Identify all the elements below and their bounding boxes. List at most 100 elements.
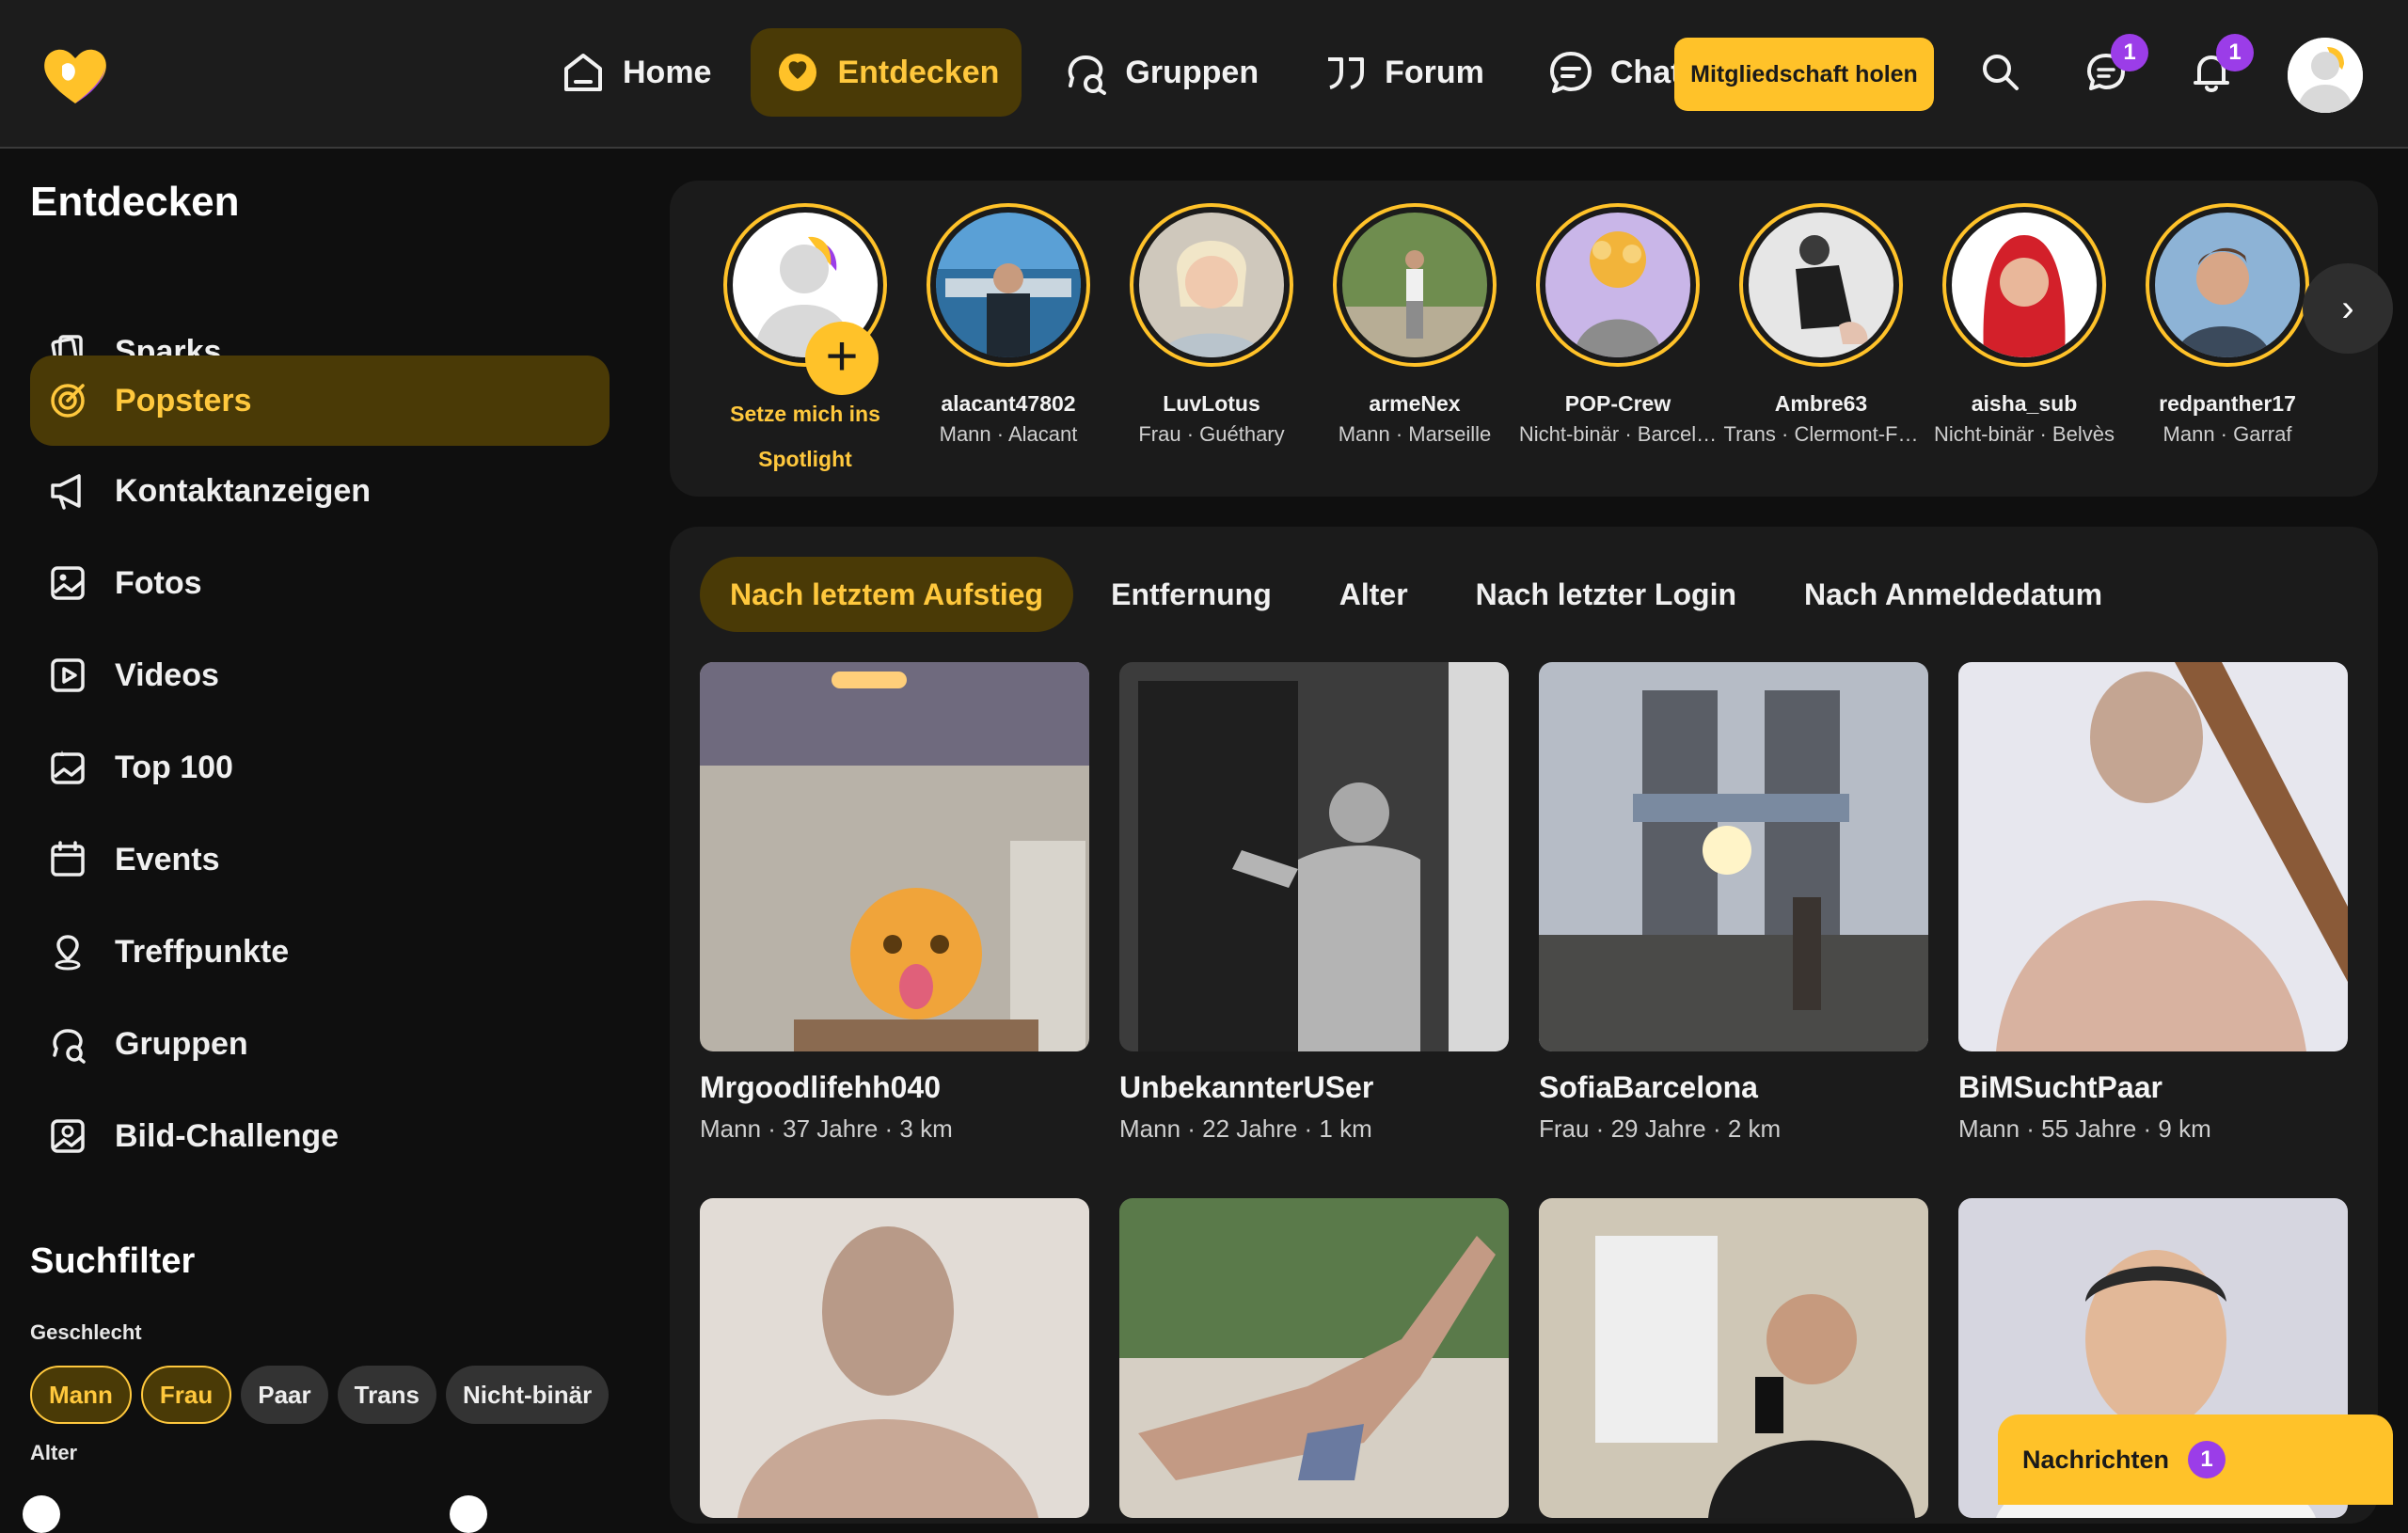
profiles-feed: Nach letztem Aufstieg Entfernung Alter N… — [670, 527, 2378, 1524]
age-filter-label: Alter — [30, 1441, 78, 1464]
nav-discover[interactable]: Entdecken — [751, 28, 1022, 117]
map-pin-icon — [55, 935, 81, 971]
gender-chip-nicht-binaer[interactable]: Nicht-binär — [446, 1366, 610, 1424]
calendar-icon — [51, 841, 85, 877]
messages-dock-button[interactable]: Nachrichten 1 — [1998, 1414, 2393, 1505]
discover-icon — [779, 54, 817, 91]
story-item[interactable]: redpanther17 Mann · Garraf — [2126, 203, 2329, 447]
profile-photo — [1119, 662, 1509, 1051]
stories-next-button[interactable]: › — [2303, 263, 2393, 354]
photo-icon — [51, 566, 85, 600]
gender-chip-mann[interactable]: Mann — [30, 1366, 132, 1424]
sidebar-item-gruppen[interactable]: Gruppen — [30, 999, 610, 1089]
search-icon[interactable] — [1979, 51, 2022, 94]
sidebar-item-popsters[interactable]: Popsters — [30, 356, 610, 446]
sidebar-item-top-100[interactable]: Top 100 — [30, 722, 610, 813]
nav-home-label: Home — [623, 54, 712, 90]
story-item[interactable]: alacant47802 Mann · Alacant — [907, 203, 1110, 447]
gender-chip-paar[interactable]: Paar — [241, 1366, 328, 1424]
gender-chip-trans[interactable]: Trans — [337, 1366, 436, 1424]
spotlight-stories: + Setze mich ins Spotlight alacant47802 M… — [670, 181, 2378, 497]
sidebar-item-label: Kontaktanzeigen — [115, 472, 372, 509]
messages-dock-badge: 1 — [2188, 1441, 2226, 1478]
profile-card[interactable]: SofiaBarcelona Frau · 29 Jahre · 2 km — [1539, 662, 1928, 1144]
sidebar-item-treffpunkte[interactable]: Treffpunkte — [30, 907, 610, 997]
gender-chips: Mann Frau Paar Trans Nicht-binär — [30, 1366, 610, 1424]
profile-photo — [1958, 662, 2348, 1051]
age-slider-min-handle[interactable] — [23, 1495, 60, 1533]
tab-age[interactable]: Alter — [1309, 557, 1438, 632]
sidebar-item-label: Top 100 — [115, 749, 233, 785]
profile-card[interactable] — [1539, 1198, 1928, 1518]
story-item[interactable]: armeNex Mann · Marseille — [1313, 203, 1516, 447]
target-icon — [51, 384, 85, 418]
chat-icon — [1549, 52, 1592, 93]
home-icon — [564, 54, 602, 91]
sidebar-item-events[interactable]: Events — [30, 814, 610, 905]
tab-last-login[interactable]: Nach letzter Login — [1446, 557, 1766, 632]
nav-chat-label: Chat — [1609, 54, 1682, 90]
profile-card[interactable] — [1119, 1198, 1509, 1518]
story-item[interactable]: POP-Crew Nicht-binär · Barcel… — [1516, 203, 1719, 447]
sidebar: Entdecken Sparks Popsters Kontaktanzeige… — [0, 150, 640, 1533]
top-navigation-bar: Home Entdecken Gruppen Forum Chat Mitgli… — [0, 0, 2408, 149]
story-item[interactable]: aisha_sub Nicht-binär · Belvès — [1923, 203, 2126, 447]
groups-icon — [53, 1029, 86, 1064]
video-icon — [51, 658, 85, 692]
profile-photo — [700, 1198, 1089, 1518]
tab-signup-date[interactable]: Nach Anmeldedatum — [1774, 557, 2132, 632]
sidebar-title: Entdecken — [30, 179, 240, 225]
story-self[interactable]: + Setze mich ins Spotlight — [704, 203, 907, 482]
profile-photo — [1539, 662, 1928, 1051]
profile-photo — [1119, 1198, 1509, 1518]
nav-forum-label: Forum — [1385, 54, 1484, 90]
story-avatar — [936, 213, 1081, 357]
messages-dock-label: Nachrichten — [2022, 1445, 2170, 1474]
get-membership-button[interactable]: Mitgliedschaft holen — [1674, 38, 1934, 111]
profile-card[interactable] — [700, 1198, 1089, 1518]
sidebar-item-kontaktanzeigen[interactable]: Kontaktanzeigen — [30, 446, 610, 536]
profile-card[interactable]: BiMSuchtPaar Mann · 55 Jahre · 9 km — [1958, 662, 2348, 1144]
profile-card[interactable]: UnbekannterUSer Mann · 22 Jahre · 1 km — [1119, 662, 1509, 1144]
story-avatar — [1139, 213, 1284, 357]
search-filter-title: Suchfilter — [30, 1241, 196, 1281]
sidebar-item-label: Fotos — [115, 564, 202, 601]
quote-icon — [1328, 57, 1365, 89]
story-avatar — [1749, 213, 1893, 357]
story-avatar — [1342, 213, 1487, 357]
groups-icon — [1069, 55, 1107, 95]
app-logo[interactable] — [41, 45, 109, 105]
nav-discover-label: Entdecken — [837, 54, 1000, 90]
sort-tabs: Nach letztem Aufstieg Entfernung Alter N… — [700, 557, 2132, 632]
story-avatar — [2155, 213, 2300, 357]
profile-card[interactable]: Mrgoodlifehh040 Mann · 37 Jahre · 3 km — [700, 662, 1089, 1144]
nav-groups-label: Gruppen — [1125, 54, 1259, 90]
notifications-badge: 1 — [2216, 34, 2254, 71]
spotlight-self-label: Setze mich ins Spotlight — [730, 402, 880, 471]
nav-home[interactable]: Home — [536, 28, 734, 117]
top-photo-icon — [51, 751, 85, 784]
gender-filter-label: Geschlecht — [30, 1320, 142, 1344]
messages-badge: 1 — [2111, 34, 2148, 71]
nav-forum[interactable]: Forum — [1298, 28, 1507, 117]
user-avatar[interactable] — [2288, 38, 2363, 113]
age-slider-max-handle[interactable] — [450, 1495, 487, 1533]
sidebar-item-label: Popsters — [115, 382, 252, 419]
gender-chip-frau[interactable]: Frau — [140, 1366, 232, 1424]
sidebar-item-videos[interactable]: Videos — [30, 630, 610, 720]
sidebar-item-label: Treffpunkte — [115, 933, 290, 970]
tab-last-boost[interactable]: Nach letztem Aufstieg — [700, 557, 1074, 632]
tab-distance[interactable]: Entfernung — [1081, 557, 1302, 632]
sidebar-item-label: Events — [115, 841, 220, 877]
story-item[interactable]: LuvLotus Frau · Guéthary — [1110, 203, 1313, 447]
sidebar-item-bild-challenge[interactable]: Bild-Challenge — [30, 1091, 610, 1181]
sidebar-item-label: Bild-Challenge — [115, 1117, 340, 1154]
nav-groups[interactable]: Gruppen — [1038, 28, 1281, 117]
image-challenge-icon — [51, 1119, 85, 1153]
story-avatar — [1545, 213, 1690, 357]
sidebar-item-fotos[interactable]: Fotos — [30, 538, 610, 628]
story-item[interactable]: Ambre63 Trans · Clermont-F… — [1719, 203, 1923, 447]
chevron-right-icon: › — [2341, 287, 2354, 329]
sidebar-item-label: Gruppen — [115, 1025, 248, 1062]
add-to-spotlight-button[interactable]: + — [805, 322, 879, 395]
